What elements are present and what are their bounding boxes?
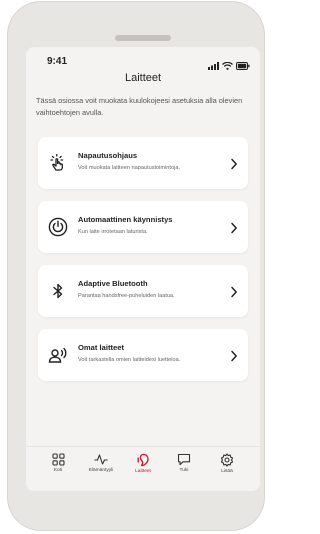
speaker-grille: [115, 35, 171, 41]
tab-label: Tuki: [179, 468, 189, 473]
hearing-aid-icon: [123, 453, 163, 467]
page-title: Laitteet: [124, 72, 162, 84]
gear-icon: [207, 453, 247, 467]
activity-icon: [81, 453, 121, 466]
card-subtitle: Voit muokata laitteen napautustoimintoja…: [78, 165, 180, 171]
tab-koti[interactable]: Koti: [38, 453, 78, 473]
bluetooth-icon: [48, 281, 68, 301]
chat-icon: [164, 453, 204, 466]
card-subtitle: Kun laite irrotetaan laturista.: [78, 229, 148, 235]
card-title: Napautusohjaus: [78, 151, 138, 160]
card-subtitle: Voit tarkastella omien laitteidesi luett…: [78, 357, 181, 363]
tab-label: Lisää: [221, 469, 233, 474]
tab-elamantyyli[interactable]: Elämäntyyli: [81, 453, 121, 473]
chevron-right-icon: [230, 285, 238, 298]
tab-label: Laitteet: [135, 469, 151, 474]
card-title: Automaattinen käynnistys: [78, 215, 173, 224]
card-title: Adaptive Bluetooth: [78, 279, 148, 288]
phone-frame: 9:41 Laitteet Tässä osiossa voit muokata…: [7, 1, 265, 531]
card-automaattinen-kaynnistys[interactable]: Automaattinen käynnistys Kun laite irrot…: [38, 201, 248, 253]
grid-icon: [38, 453, 78, 466]
tab-label: Koti: [53, 468, 63, 473]
card-napautusohjaus[interactable]: Napautusohjaus Voit muokata laitteen nap…: [38, 137, 248, 189]
tab-lisaa[interactable]: Lisää: [207, 453, 247, 474]
chevron-right-icon: [230, 349, 238, 362]
card-title: Omat laitteet: [78, 343, 124, 352]
power-icon: [48, 217, 68, 237]
screen: 9:41 Laitteet Tässä osiossa voit muokata…: [26, 47, 260, 491]
card-omat-laitteet[interactable]: Omat laitteet Voit tarkastella omien lai…: [38, 329, 248, 381]
chevron-right-icon: [230, 221, 238, 234]
status-time: 9:41: [47, 56, 68, 67]
tab-bar: Koti Elämäntyyli Laitteet Tuki Lisää: [26, 446, 260, 491]
tab-label: Elämäntyyli: [88, 468, 114, 473]
tab-laitteet[interactable]: Laitteet: [123, 453, 163, 474]
card-adaptive-bluetooth[interactable]: Adaptive Bluetooth Parantaa handsfree-pu…: [38, 265, 248, 317]
chevron-right-icon: [230, 157, 238, 170]
status-bar: 9:41: [26, 47, 260, 70]
intro-text: Tässä osiossa voit muokata kuulokojeesi …: [36, 96, 243, 117]
tap-hand-icon: [48, 153, 68, 173]
card-subtitle: Parantaa handsfree-puheluiden laatua.: [78, 293, 175, 299]
tab-tuki[interactable]: Tuki: [164, 453, 204, 473]
person-sound-icon: [48, 345, 68, 365]
